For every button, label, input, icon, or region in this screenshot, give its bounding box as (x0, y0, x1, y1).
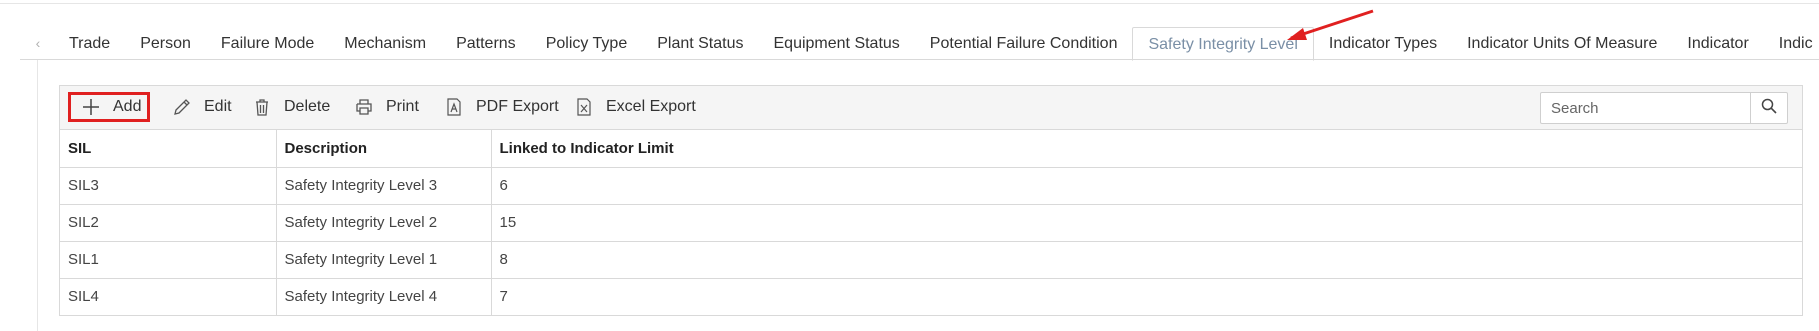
tab-trade[interactable]: Trade (54, 27, 125, 60)
cell-description: Safety Integrity Level 1 (276, 241, 492, 279)
column-header-sil[interactable]: SIL (60, 130, 277, 168)
cell-description: Safety Integrity Level 2 (276, 204, 492, 242)
cell-linked-limit: 7 (491, 278, 1802, 316)
table-header-row: SIL Description Linked to Indicator Limi… (60, 130, 1802, 168)
column-header-description[interactable]: Description (276, 130, 492, 168)
add-label: Add (113, 98, 142, 115)
search-button[interactable] (1750, 93, 1787, 123)
cell-description: Safety Integrity Level 3 (276, 167, 492, 205)
print-label: Print (386, 98, 419, 115)
tab-baseline (20, 59, 1819, 60)
tab-policy-type[interactable]: Policy Type (531, 27, 643, 60)
grid-toolbar: Add Edit Delete Print PDF Export Excel E… (60, 86, 1802, 130)
trash-icon (250, 95, 274, 119)
search-input[interactable] (1541, 93, 1751, 123)
sil-grid: Add Edit Delete Print PDF Export Excel E… (59, 85, 1803, 316)
excel-export-label: Excel Export (606, 98, 696, 115)
plus-icon (79, 95, 103, 119)
pdf-export-button[interactable]: PDF Export (442, 92, 559, 122)
table-row[interactable]: SIL2 Safety Integrity Level 2 15 (60, 204, 1802, 242)
table-row[interactable]: SIL3 Safety Integrity Level 3 6 (60, 167, 1802, 205)
cell-sil: SIL1 (60, 241, 277, 279)
column-header-linked-to-indicator-limit[interactable]: Linked to Indicator Limit (491, 130, 1802, 168)
edit-label: Edit (204, 98, 232, 115)
tab-patterns[interactable]: Patterns (441, 27, 531, 60)
sil-table: SIL Description Linked to Indicator Limi… (60, 130, 1802, 316)
tab-list: Trade Person Failure Mode Mechanism Patt… (54, 27, 1819, 61)
add-button[interactable]: Add (68, 92, 150, 122)
cell-description: Safety Integrity Level 4 (276, 278, 492, 316)
tab-indicator[interactable]: Indicator (1672, 27, 1763, 60)
tab-potential-failure-condition[interactable]: Potential Failure Condition (915, 27, 1133, 60)
print-button[interactable]: Print (352, 92, 419, 122)
cell-sil: SIL3 (60, 167, 277, 205)
tab-equipment-status[interactable]: Equipment Status (759, 27, 915, 60)
tab-indicator-units-of-measure[interactable]: Indicator Units Of Measure (1452, 27, 1672, 60)
cell-linked-limit: 15 (491, 204, 1802, 242)
chevron-left-icon[interactable]: ‹ (30, 33, 46, 53)
cell-linked-limit: 8 (491, 241, 1802, 279)
annotation-arrow (1287, 9, 1374, 40)
search-box (1540, 92, 1788, 124)
table-row[interactable]: SIL1 Safety Integrity Level 1 8 (60, 241, 1802, 279)
tab-mechanism[interactable]: Mechanism (329, 27, 441, 60)
printer-icon (352, 95, 376, 119)
delete-button[interactable]: Delete (250, 92, 330, 122)
cell-linked-limit: 6 (491, 167, 1802, 205)
cell-sil: SIL4 (60, 278, 277, 316)
tab-indic-truncated[interactable]: Indic (1764, 27, 1819, 60)
excel-file-icon (572, 95, 596, 119)
pencil-icon (170, 95, 194, 119)
edit-button[interactable]: Edit (170, 92, 232, 122)
left-divider (37, 60, 38, 331)
cell-sil: SIL2 (60, 204, 277, 242)
search-icon (1761, 98, 1777, 119)
excel-export-button[interactable]: Excel Export (572, 92, 696, 122)
tab-person[interactable]: Person (125, 27, 206, 60)
table-row[interactable]: SIL4 Safety Integrity Level 4 7 (60, 278, 1802, 316)
pdf-export-label: PDF Export (476, 98, 559, 115)
delete-label: Delete (284, 98, 331, 115)
tab-plant-status[interactable]: Plant Status (642, 27, 758, 60)
tab-failure-mode[interactable]: Failure Mode (206, 27, 329, 60)
pdf-file-icon (442, 95, 466, 119)
